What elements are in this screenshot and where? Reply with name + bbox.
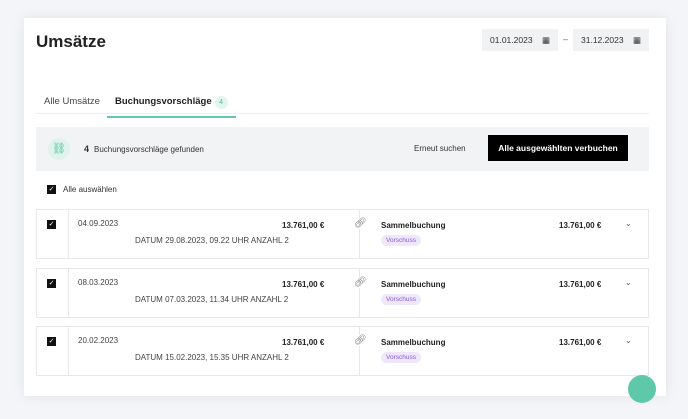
table-row[interactable]: ✓ 04.09.2023 13.761,00 € DATUM 29.08.202… [36, 209, 649, 259]
row-tag: Vorschuss [381, 352, 421, 363]
date-from-value: 01.01.2023 [490, 35, 533, 45]
chevron-down-icon[interactable]: ⌄ [625, 278, 632, 287]
found-text: 4 Buchungsvorschläge gefunden [84, 144, 204, 154]
found-count: 4 [84, 144, 90, 154]
date-separator: – [563, 34, 569, 44]
row-checkbox[interactable]: ✓ [47, 278, 56, 288]
row-booking-amount: 13.761,00 € [559, 279, 602, 289]
select-all[interactable]: ✓ Alle auswählen [47, 185, 117, 194]
link-icon[interactable]: 🔗︎ [354, 335, 367, 346]
row-booking-amount: 13.761,00 € [559, 338, 602, 347]
date-from-input[interactable]: 01.01.2023 ▦ [482, 29, 558, 51]
row-booking-type: Sammelbuchung [381, 338, 446, 347]
row-checkbox[interactable]: ✓ [47, 337, 56, 346]
chevron-down-icon[interactable]: ⌄ [625, 219, 632, 228]
date-to-input[interactable]: 31.12.2023 ▦ [573, 29, 649, 51]
row-booking-type: Sammelbuchung [381, 279, 446, 289]
main-card: Umsätze 01.01.2023 ▦ – 31.12.2023 ▦ Alle U… [24, 18, 666, 396]
suggestions-bar: ⛓ 4 Buchungsvorschläge gefunden Erneut su… [36, 127, 649, 171]
chevron-down-icon[interactable]: ⌄ [625, 336, 632, 345]
table-row[interactable]: ✓ 20.02.2023 13.761,00 € DATUM 15.02.202… [36, 326, 649, 376]
book-all-button[interactable]: Alle ausgewählten verbuchen [488, 135, 628, 161]
tabs: Alle Umsätze Buchungsvorschläge 4 [36, 92, 649, 118]
select-all-label: Alle auswählen [63, 185, 117, 194]
row-date: 04.09.2023 [78, 219, 119, 228]
calendar-icon: ▦ [632, 34, 641, 45]
row-info: DATUM 15.02.2023, 15.35 UHR ANZAHL 2 [135, 353, 289, 362]
found-label: Buchungsvorschläge gefunden [94, 145, 204, 154]
row-booking-amount: 13.761,00 € [559, 221, 602, 230]
link-icon: ⛓ [48, 138, 70, 160]
count-badge: 4 [214, 96, 228, 109]
checkbox-checked-icon[interactable]: ✓ [47, 185, 56, 194]
date-to-value: 31.12.2023 [581, 35, 624, 45]
row-amount: 13.761,00 € [282, 221, 325, 230]
help-fab-button[interactable] [628, 375, 656, 403]
row-checkbox-cell: ✓ [37, 268, 69, 317]
row-date: 20.02.2023 [78, 336, 119, 345]
tab-label: Buchungsvorschläge [115, 96, 212, 107]
tab-label: Alle Umsätze [44, 96, 100, 107]
row-tag: Vorschuss [381, 293, 421, 305]
row-checkbox[interactable]: ✓ [47, 220, 56, 229]
tab-alle-umsaetze[interactable]: Alle Umsätze [44, 96, 100, 107]
row-amount: 13.761,00 € [282, 338, 325, 347]
calendar-icon: ▦ [541, 34, 550, 45]
search-again-button[interactable]: Erneut suchen [414, 144, 466, 153]
link-icon[interactable]: 🔗︎ [354, 218, 367, 229]
row-tag: Vorschuss [381, 235, 421, 246]
row-checkbox-cell: ✓ [37, 327, 69, 375]
row-amount: 13.761,00 € [282, 279, 325, 289]
link-icon[interactable]: 🔗︎ [354, 276, 367, 288]
row-checkbox-cell: ✓ [37, 210, 69, 258]
row-date: 08.03.2023 [78, 277, 119, 287]
row-info: DATUM 29.08.2023, 09.22 UHR ANZAHL 2 [135, 236, 289, 245]
table-row[interactable]: ✓ 08.03.2023 13.761,00 € DATUM 07.03.202… [36, 267, 649, 318]
page-title: Umsätze [36, 32, 106, 51]
row-booking-type: Sammelbuchung [381, 221, 446, 230]
tab-buchungsvorschlaege[interactable]: Buchungsvorschläge 4 [107, 96, 236, 118]
row-info: DATUM 07.03.2023, 11.34 UHR ANZAHL 2 [135, 294, 289, 304]
